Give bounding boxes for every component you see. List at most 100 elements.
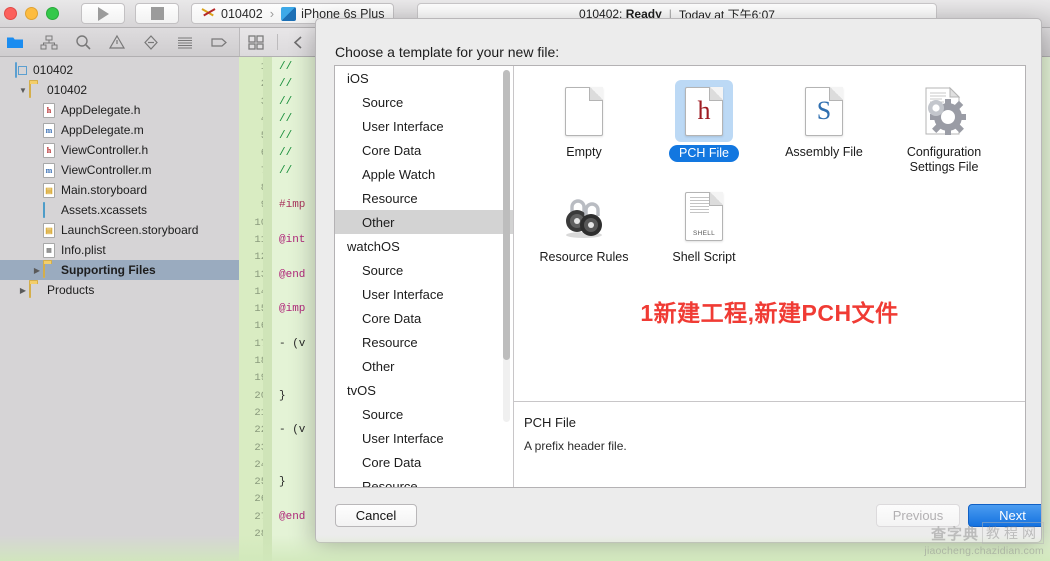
category-label: Other bbox=[362, 358, 395, 374]
breadcrumb-chevron-icon: › bbox=[269, 6, 275, 21]
folder-icon[interactable] bbox=[6, 34, 24, 51]
template-category-item[interactable]: watchOS bbox=[335, 234, 513, 258]
run-button[interactable] bbox=[81, 3, 125, 24]
chevron-left-icon[interactable] bbox=[290, 34, 308, 51]
disclosure-triangle-icon[interactable]: ▶ bbox=[17, 286, 29, 295]
cancel-button[interactable]: Cancel bbox=[335, 504, 417, 527]
template-category-list[interactable]: iOS Source User Interface Core Data Apple Wa… bbox=[335, 66, 514, 487]
category-label: Core Data bbox=[362, 454, 422, 470]
template-category-item[interactable]: Core Data bbox=[335, 138, 513, 162]
project-navigator[interactable]: 010402 ▼ 010402 h AppDelegate.h m AppDelegate.… bbox=[0, 57, 239, 561]
template-category-item[interactable]: Source bbox=[335, 258, 513, 282]
template-description: PCH File A prefix header file. bbox=[514, 401, 1025, 487]
assembly-file-icon: S bbox=[805, 86, 843, 136]
template-grid[interactable]: Empty h PCH File S Assembly File Configuratio… bbox=[514, 66, 1025, 290]
padlocks-icon bbox=[560, 193, 608, 239]
template-category-item[interactable]: Source bbox=[335, 402, 513, 426]
template-category-item[interactable]: Source bbox=[335, 90, 513, 114]
template-category-item[interactable]: Other bbox=[335, 354, 513, 378]
template-category-item[interactable]: tvOS bbox=[335, 378, 513, 402]
template-label: Configuration Settings File bbox=[906, 145, 982, 174]
category-label: Other bbox=[362, 214, 395, 230]
xcode-window: 010402 › iPhone 6s Plus 010402: Ready | … bbox=[0, 0, 1050, 561]
category-scrollbar-thumb[interactable] bbox=[503, 70, 510, 360]
watermark-url: jiaocheng.chazidian.com bbox=[924, 545, 1044, 557]
navigator-row[interactable]: ▶ Supporting Files bbox=[0, 260, 239, 280]
template-item[interactable]: SHELL Shell Script bbox=[644, 185, 764, 290]
plist-icon: ▦ bbox=[43, 242, 57, 258]
template-icon-wrap bbox=[555, 80, 613, 142]
navigator-row[interactable]: ▤ LaunchScreen.storyboard bbox=[0, 220, 239, 240]
template-label: Shell Script bbox=[672, 250, 736, 264]
template-item[interactable]: h PCH File bbox=[644, 80, 764, 185]
disclosure-triangle-icon[interactable]: ▼ bbox=[17, 86, 29, 95]
navigator-row[interactable]: 010402 bbox=[0, 60, 239, 80]
disclosure-triangle-icon[interactable]: ▶ bbox=[31, 266, 43, 275]
template-category-item[interactable]: User Interface bbox=[335, 114, 513, 138]
template-item[interactable]: Empty bbox=[524, 80, 644, 185]
category-label: Resource bbox=[362, 334, 418, 350]
window-controls bbox=[0, 7, 59, 20]
category-label: User Interface bbox=[362, 430, 444, 446]
minimize-window-button[interactable] bbox=[25, 7, 38, 20]
issue-icon[interactable] bbox=[142, 34, 160, 51]
template-item[interactable]: Resource Rules bbox=[524, 185, 644, 290]
navigator-row[interactable]: h AppDelegate.h bbox=[0, 100, 239, 120]
stop-button[interactable] bbox=[135, 3, 179, 24]
category-label: Source bbox=[362, 94, 404, 110]
navigator-row-label: LaunchScreen.storyboard bbox=[61, 223, 199, 237]
navigator-row[interactable]: ▤ Main.storyboard bbox=[0, 180, 239, 200]
template-category-item[interactable]: Resource bbox=[335, 474, 513, 488]
simulator-icon bbox=[281, 6, 297, 21]
test-icon[interactable] bbox=[176, 34, 194, 51]
template-item[interactable]: S Assembly File bbox=[764, 80, 884, 185]
objc-file-icon: m bbox=[43, 162, 57, 178]
tag-icon[interactable] bbox=[210, 34, 228, 51]
header-file-icon: h bbox=[43, 102, 57, 118]
template-category-item[interactable]: Resource bbox=[335, 186, 513, 210]
navigator-row[interactable]: ▶ Products bbox=[0, 280, 239, 300]
navigator-row[interactable]: m ViewController.m bbox=[0, 160, 239, 180]
template-icon-wrap: h bbox=[675, 80, 733, 142]
template-category-item[interactable]: iOS bbox=[335, 66, 513, 90]
navigator-row-label: ViewController.m bbox=[61, 163, 152, 177]
navigator-row[interactable]: m AppDelegate.m bbox=[0, 120, 239, 140]
template-item[interactable]: Configuration Settings File bbox=[884, 80, 1004, 185]
template-label: PCH File bbox=[668, 145, 739, 162]
grid-icon[interactable] bbox=[247, 34, 265, 51]
template-icon-wrap: S bbox=[795, 80, 853, 142]
template-category-item[interactable]: User Interface bbox=[335, 426, 513, 450]
search-icon[interactable] bbox=[74, 34, 92, 51]
objc-file-icon: m bbox=[43, 122, 57, 138]
watermark-subbrand: 教程网 bbox=[982, 522, 1044, 544]
template-chooser-panel: iOS Source User Interface Core Data Apple Wa… bbox=[334, 65, 1026, 488]
category-label: User Interface bbox=[362, 286, 444, 302]
zoom-window-button[interactable] bbox=[46, 7, 59, 20]
template-category-item[interactable]: Core Data bbox=[335, 306, 513, 330]
navigator-row-label: Assets.xcassets bbox=[61, 203, 148, 217]
template-category-item[interactable]: Other bbox=[335, 210, 513, 234]
template-category-item[interactable]: User Interface bbox=[335, 282, 513, 306]
navigator-row[interactable]: ▼ 010402 bbox=[0, 80, 239, 100]
empty-file-icon bbox=[565, 86, 603, 136]
category-scrollbar-track[interactable] bbox=[503, 70, 510, 422]
category-label: watchOS bbox=[347, 238, 400, 254]
template-category-item[interactable]: Apple Watch bbox=[335, 162, 513, 186]
navigator-row[interactable]: ▦ Info.plist bbox=[0, 240, 239, 260]
folder-icon bbox=[29, 281, 43, 298]
navigator-row[interactable]: Assets.xcassets bbox=[0, 200, 239, 220]
new-file-template-sheet: Choose a template for your new file: iOS… bbox=[315, 18, 1042, 543]
play-icon bbox=[97, 6, 109, 21]
hierarchy-icon[interactable] bbox=[40, 34, 58, 51]
category-label: Core Data bbox=[362, 142, 422, 158]
navigator-row-label: AppDelegate.h bbox=[61, 103, 141, 117]
toolbar-divider bbox=[277, 34, 278, 50]
template-category-item[interactable]: Core Data bbox=[335, 450, 513, 474]
template-label: Assembly File bbox=[785, 145, 863, 159]
close-window-button[interactable] bbox=[4, 7, 17, 20]
warning-icon[interactable] bbox=[108, 34, 126, 51]
navigator-row[interactable]: h ViewController.h bbox=[0, 140, 239, 160]
category-label: Resource bbox=[362, 190, 418, 206]
navigator-row-label: AppDelegate.m bbox=[61, 123, 144, 137]
template-category-item[interactable]: Resource bbox=[335, 330, 513, 354]
